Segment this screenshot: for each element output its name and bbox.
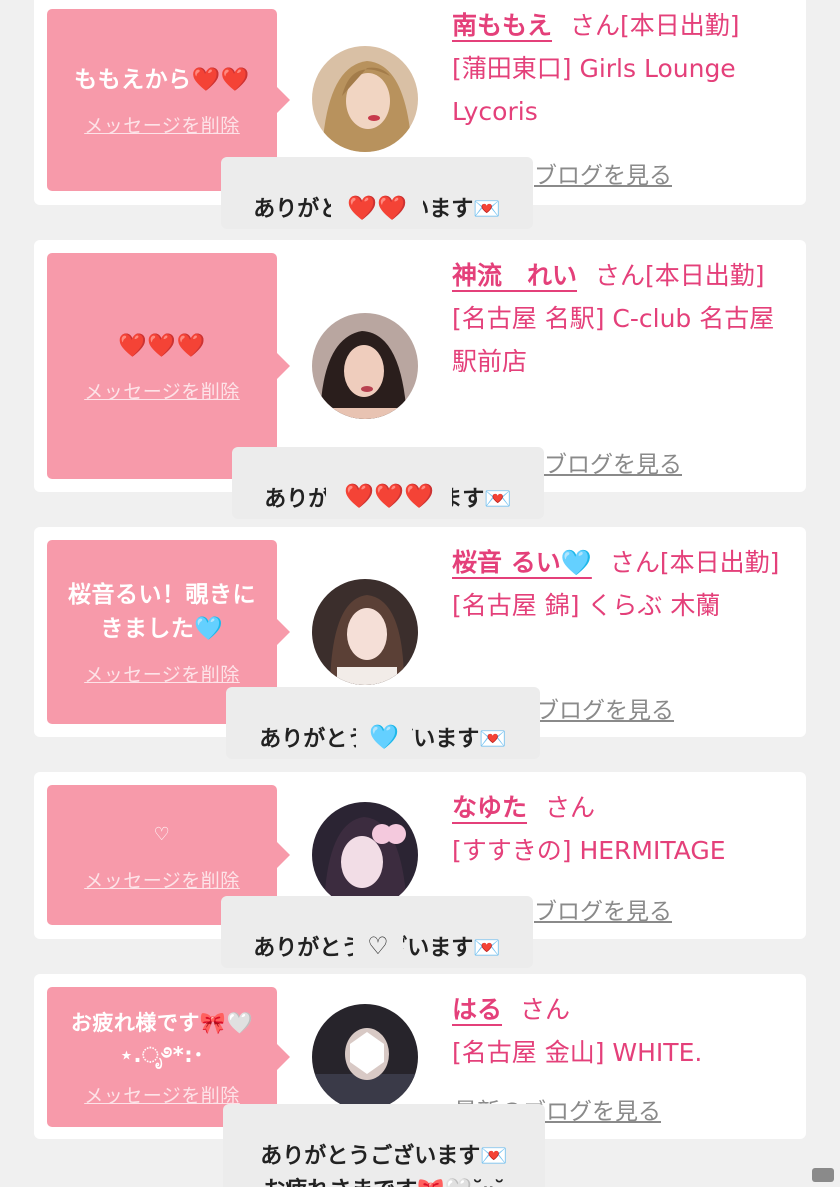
shop-text: [蒲田東口] Girls Lounge Lycoris (452, 54, 736, 126)
status-text: [本日出勤] (645, 261, 765, 290)
delete-message-link[interactable]: メッセージを削除 (84, 1081, 240, 1108)
status-text: [本日出勤] (620, 11, 740, 40)
heart-icon: ❤️❤️ (191, 66, 250, 93)
delete-message-link[interactable]: メッセージを削除 (84, 111, 240, 138)
reply-bubble: ありがとうございます💌 お疲れさまです🎀🤍˘ᵕ˘ (223, 1104, 545, 1187)
san-suffix: さん (570, 11, 621, 40)
view-blog-link[interactable]: ブログを見る (534, 892, 672, 926)
delete-message-link[interactable]: メッセージを削除 (84, 660, 240, 687)
view-blog-link[interactable]: ブログを見る (534, 156, 672, 190)
girl-info: はる さん [名古屋 金山] WHITE. (452, 988, 792, 1074)
shop-text: [すすきの] HERMITAGE (452, 836, 726, 865)
shop-text: [名古屋 金山] WHITE. (452, 1038, 703, 1067)
girl-info: 桜音 るい🩵 さん[本日出勤] [名古屋 錦] くらぶ 木蘭 (452, 541, 792, 627)
girl-name-link[interactable]: なゆた (452, 793, 527, 822)
delete-message-link[interactable]: メッセージを削除 (84, 377, 240, 404)
reply-hearts: 🩵 (356, 719, 412, 755)
view-blog-link[interactable]: ブログを見る (536, 691, 674, 725)
message-bubble: ❤️❤️❤️ メッセージを削除 (47, 253, 290, 479)
message-text: ♡ (153, 823, 171, 845)
avatar[interactable] (312, 46, 418, 152)
avatar[interactable] (312, 579, 418, 685)
avatar[interactable] (312, 313, 418, 419)
delete-message-link[interactable]: メッセージを削除 (84, 866, 240, 893)
shop-text: [名古屋 錦] くらぶ 木蘭 (452, 591, 721, 620)
status-text: [本日出勤] (659, 548, 780, 577)
girl-info: 神流 れい さん[本日出勤] [名古屋 名駅] C-club 名古屋駅前店 (452, 254, 792, 383)
reply-hearts: ♡ (353, 928, 403, 964)
avatar[interactable] (312, 802, 418, 908)
girl-info: なゆた さん [すすきの] HERMITAGE (452, 786, 792, 872)
girl-info: 南ももえ さん[本日出勤] [蒲田東口] Girls Lounge Lycoris (452, 4, 792, 133)
reply-hearts: ❤️❤️ (331, 190, 423, 226)
reply-hearts: ❤️❤️❤️ (326, 478, 452, 514)
girl-name-link[interactable]: はる (452, 995, 502, 1024)
avatar[interactable] (312, 1004, 418, 1110)
san-suffix: さん (595, 261, 646, 290)
san-suffix: さん (520, 995, 571, 1024)
shop-text: [名古屋 名駅] C-club 名古屋駅前店 (452, 304, 775, 376)
home-indicator (812, 1168, 834, 1182)
message-text: ももえから (74, 66, 192, 93)
san-suffix: さん (545, 793, 596, 822)
san-suffix: さん (609, 548, 660, 577)
heart-icon: ❤️❤️❤️ (118, 332, 206, 359)
view-blog-link[interactable]: ブログを見る (544, 445, 682, 479)
message-text: お疲れ様です🎀🤍⋆.ೃ࿔*:･ (70, 1010, 254, 1067)
girl-name-link[interactable]: 南ももえ (452, 11, 552, 40)
reply-text: ありがとうございます💌 お疲れさまです🎀🤍˘ᵕ˘ (260, 1144, 508, 1187)
girl-name-link[interactable]: 神流 れい (452, 261, 577, 290)
message-text: 桜音るい！覗きにきました🩵 (68, 581, 256, 642)
girl-name-link[interactable]: 桜音 るい🩵 (452, 548, 592, 577)
